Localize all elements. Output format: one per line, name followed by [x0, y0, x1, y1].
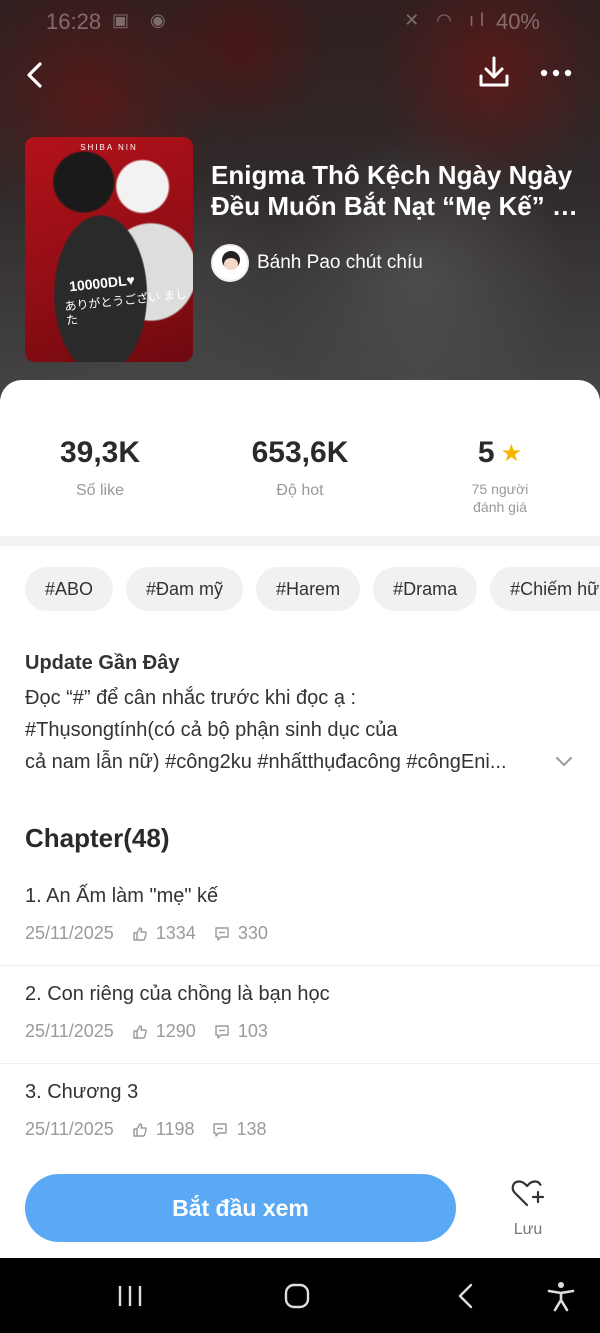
tag-chip[interactable]: #ABO: [25, 567, 114, 611]
update-text[interactable]: Đọc “#” để cân nhắc trước khi đọc ạ : #T…: [25, 682, 555, 778]
cover-top-text: SHIBA NIN: [80, 143, 138, 152]
tag-chip[interactable]: #Đam mỹ: [126, 567, 244, 611]
story-title: Enigma Thô Kệch Ngày Ngày Đều Muốn Bắt N…: [211, 160, 578, 221]
rating-value: 5: [477, 436, 495, 469]
start-reading-button[interactable]: Bắt đầu xem: [25, 1174, 456, 1242]
likes-label: Số like: [75, 482, 125, 499]
likes-value: 39,3K: [59, 436, 141, 469]
chapter-row[interactable]: 1. An Ấm làm "mẹ" kế 25/11/2025 1334 330: [0, 885, 600, 983]
recents-icon: [118, 1286, 142, 1306]
rating-label: 75 người đánh giá: [400, 480, 600, 516]
chapter-row[interactable]: 2. Con riêng của chồng là bạn học 25/11/…: [0, 983, 600, 1081]
status-time: 16:28: [46, 9, 102, 34]
details-sheet: 39,3K Số like 653,6K Độ hot 5 ★ 75 người…: [0, 380, 600, 1258]
chapter-date: 25/11/2025: [25, 1021, 114, 1041]
hot-value: 653,6K: [251, 436, 349, 469]
cover-text: 10000DL♥: [68, 271, 136, 295]
chapter-meta: 25/11/2025 1290 103: [25, 1021, 268, 1042]
chapter-count-header: Chapter(48): [25, 823, 170, 853]
home-icon: [284, 1283, 310, 1309]
chapter-likes: 1290: [155, 1021, 196, 1041]
chapter-meta: 25/11/2025 1334 330: [25, 923, 268, 944]
home-button[interactable]: [277, 1280, 317, 1312]
thumbs-up-icon: [133, 1122, 147, 1137]
system-back-icon: [458, 1283, 473, 1309]
bottom-action-bar: Bắt đầu xem Lưu: [0, 1158, 600, 1258]
chapter-comments: 138: [236, 1119, 267, 1139]
update-line-3: cả nam lẫn nữ) #công2ku #nhấtthụđacông #…: [25, 751, 507, 773]
thumbs-up-icon: [133, 1024, 147, 1039]
system-navigation-bar: [0, 1258, 600, 1333]
stat-likes: 39,3K Số like: [0, 436, 200, 500]
rating-label-line1: 75 người: [471, 481, 529, 497]
chapter-comments: 330: [237, 923, 268, 943]
notification-icons: ▣ ◉: [112, 10, 174, 30]
update-line-2: #Thụsongtính(có cả bộ phận sinh dục của: [25, 719, 398, 741]
battery-level: 40%: [495, 9, 540, 34]
signal-icons: ✕ ◠ ıl: [404, 10, 490, 30]
chapter-likes: 1334: [155, 923, 196, 943]
tag-chip[interactable]: #Harem: [256, 567, 361, 611]
comment-icon: [215, 1024, 229, 1039]
download-button[interactable]: [474, 52, 514, 92]
chapter-title: 2. Con riêng của chồng là bạn học: [25, 983, 330, 1005]
accessibility-icon: [547, 1282, 575, 1312]
chapter-date: 25/11/2025: [25, 923, 114, 943]
chapter-likes: 1198: [155, 1119, 195, 1139]
top-bar: [0, 50, 600, 96]
more-icon: [540, 69, 572, 77]
update-line-1: Đọc “#” để cân nhắc trước khi đọc ạ :: [25, 687, 357, 709]
chapter-title: 3. Chương 3: [25, 1081, 139, 1103]
stats-row: 39,3K Số like 653,6K Độ hot 5 ★ 75 người…: [0, 420, 600, 547]
row-divider: [0, 1063, 600, 1064]
cover-image: SHIBA NIN 10000DL♥ ありがとうござい ました: [25, 137, 193, 362]
chapter-meta: 25/11/2025 1198 138: [25, 1119, 267, 1140]
hot-label: Độ hot: [276, 482, 324, 499]
section-divider: [0, 536, 600, 546]
save-button[interactable]: Lưu: [500, 1178, 556, 1239]
chapter-title: 1. An Ấm làm "mẹ" kế: [25, 885, 219, 907]
system-back-button[interactable]: [447, 1280, 487, 1312]
status-bar: 16:28 ▣ ◉ ✕ ◠ ıl 40%: [0, 0, 600, 42]
thumbs-up-icon: [133, 926, 147, 941]
back-button[interactable]: [16, 54, 56, 94]
download-icon: [479, 56, 509, 87]
stat-hot: 653,6K Độ hot: [200, 436, 400, 500]
rating-label-line2: đánh giá: [473, 499, 527, 515]
recents-button[interactable]: [110, 1280, 150, 1312]
row-divider: [0, 965, 600, 966]
more-options-button[interactable]: [536, 52, 576, 92]
star-icon: ★: [500, 439, 523, 467]
author-avatar[interactable]: [211, 244, 249, 282]
author-name[interactable]: Bánh Pao chút chíu: [257, 252, 423, 274]
chevron-down-icon: [556, 757, 572, 766]
stat-rating[interactable]: 5 ★ 75 người đánh giá: [400, 436, 600, 516]
comment-icon: [215, 926, 229, 941]
heart-plus-icon: [511, 1180, 545, 1207]
update-title: Update Gần Đây: [25, 652, 180, 674]
chapter-date: 25/11/2025: [25, 1119, 114, 1139]
tag-chip[interactable]: #Drama: [373, 567, 478, 611]
comment-icon: [213, 1122, 228, 1137]
save-label: Lưu: [513, 1221, 543, 1238]
tag-list: #ABO #Đam mỹ #Harem #Drama #Chiếm hữu: [25, 567, 600, 613]
author-row[interactable]: Bánh Pao chút chíu: [211, 244, 423, 282]
tag-chip[interactable]: #Chiếm hữu: [490, 567, 600, 611]
expand-description-button[interactable]: [553, 750, 575, 772]
rating-value-row: 5 ★: [478, 436, 522, 470]
accessibility-button[interactable]: [541, 1280, 581, 1312]
chapter-comments: 103: [237, 1021, 268, 1041]
back-arrow-icon: [27, 62, 42, 88]
